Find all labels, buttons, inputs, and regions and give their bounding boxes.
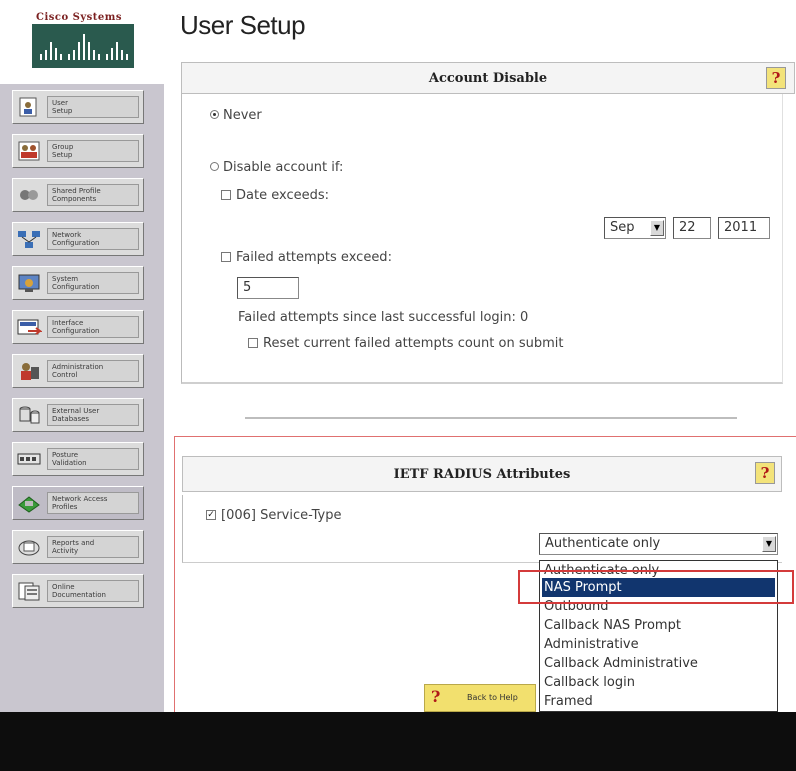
sidebar-item-label: Network Configuration [52, 231, 100, 247]
failed-since-last-text: Failed attempts since last successful lo… [238, 310, 529, 325]
external-user-databases-icon [19, 406, 40, 424]
network-access-profiles-icon [18, 496, 40, 513]
section-divider [245, 417, 737, 419]
reset-option[interactable]: Reset current failed attempts count on s… [248, 336, 563, 351]
sidebar-item-label: Administration Control [52, 363, 104, 379]
administration-control-icon [21, 363, 39, 380]
sidebar-item-shared-profile-components[interactable]: Shared Profile Components [12, 178, 144, 212]
shared-profile-icon [20, 190, 38, 200]
sidebar-item-label: Group Setup [52, 143, 74, 159]
date-exceeds-option[interactable]: Date exceeds: [221, 188, 329, 203]
disable-if-label: Disable account if: [223, 160, 344, 175]
sidebar-item-reports-and-activity[interactable]: Reports and Activity [12, 530, 144, 564]
back-to-help-label: Back to Help [467, 693, 518, 702]
month-select[interactable]: Sep ▼ [604, 217, 666, 239]
back-to-help-button[interactable]: ? Back to Help [424, 684, 536, 712]
failed-attempts-label: Failed attempts exceed: [236, 250, 392, 265]
reports-and-activity-icon [18, 540, 40, 556]
sidebar-item-administration-control[interactable]: Administration Control [12, 354, 144, 388]
dropdown-option[interactable]: Framed [542, 692, 775, 711]
sidebar-nav: User Setup Group Setup Shared Profile Co… [0, 84, 164, 712]
logo-area: Cisco Systems [0, 0, 164, 84]
sidebar-item-label: External User Databases [52, 407, 100, 423]
radius-header: IETF RADIUS Attributes ? [182, 456, 782, 492]
bottom-bar [0, 712, 796, 771]
dropdown-option[interactable]: Administrative [542, 635, 775, 654]
sidebar-item-label: User Setup [52, 99, 73, 115]
chevron-down-icon[interactable]: ▼ [762, 536, 776, 552]
failed-attempts-checkbox[interactable] [221, 251, 231, 262]
sidebar-item-label: Interface Configuration [52, 319, 100, 335]
system-configuration-icon [18, 274, 40, 292]
sidebar-item-user-setup[interactable]: User Setup [12, 90, 144, 124]
disable-if-radio[interactable] [210, 162, 219, 171]
radius-help-icon[interactable]: ? [755, 462, 775, 484]
account-disable-help-icon[interactable]: ? [766, 67, 786, 89]
never-radio[interactable] [210, 110, 219, 119]
service-type-value: Authenticate only [545, 536, 661, 551]
posture-validation-icon [17, 453, 41, 465]
never-option[interactable]: Never [210, 108, 262, 123]
sidebar-item-network-access-profiles[interactable]: Network Access Profiles [12, 486, 144, 520]
date-exceeds-label: Date exceeds: [236, 188, 329, 203]
group-setup-icon [18, 141, 40, 161]
account-disable-header: Account Disable ? [181, 62, 795, 94]
sidebar-item-group-setup[interactable]: Group Setup [12, 134, 144, 168]
failed-attempts-input[interactable]: 5 [237, 277, 299, 299]
sidebar-item-label: Network Access Profiles [52, 495, 108, 511]
service-type-label: [006] Service-Type [221, 508, 342, 523]
sidebar-item-label: Online Documentation [52, 583, 106, 599]
help-question-icon: ? [431, 687, 441, 706]
selection-highlight-box [518, 570, 794, 604]
sidebar-item-online-documentation[interactable]: Online Documentation [12, 574, 144, 608]
sidebar-item-network-configuration[interactable]: Network Configuration [12, 222, 144, 256]
sidebar-item-posture-validation[interactable]: Posture Validation [12, 442, 144, 476]
service-type-select[interactable]: Authenticate only ▼ [539, 533, 778, 555]
online-documentation-icon [18, 582, 40, 601]
day-field[interactable]: 22 [673, 217, 711, 239]
month-value: Sep [610, 220, 635, 235]
failed-attempts-option[interactable]: Failed attempts exceed: [221, 250, 392, 265]
sidebar-item-interface-configuration[interactable]: Interface Configuration [12, 310, 144, 344]
sidebar: Cisco Systems User Setup Group Setup Sha… [0, 0, 164, 712]
disable-if-option[interactable]: Disable account if: [210, 160, 343, 175]
sidebar-item-label: Shared Profile Components [52, 187, 101, 203]
year-field[interactable]: 2011 [718, 217, 770, 239]
network-configuration-icon [18, 231, 40, 248]
sidebar-item-label: Posture Validation [52, 451, 87, 467]
chevron-down-icon[interactable]: ▼ [650, 220, 664, 236]
reset-label: Reset current failed attempts count on s… [263, 336, 564, 351]
cisco-bridge-logo-icon [32, 24, 134, 68]
dropdown-option[interactable]: Callback login [542, 673, 775, 692]
dropdown-option[interactable]: Callback Administrative [542, 654, 775, 673]
sidebar-item-label: Reports and Activity [52, 539, 95, 555]
user-setup-icon [19, 97, 37, 117]
sidebar-item-label: System Configuration [52, 275, 100, 291]
service-type-checkbox[interactable]: ✓ [206, 509, 216, 520]
date-exceeds-checkbox[interactable] [221, 189, 231, 200]
sidebar-item-system-configuration[interactable]: System Configuration [12, 266, 144, 300]
account-disable-heading: Account Disable [428, 71, 548, 86]
dropdown-option[interactable]: Callback NAS Prompt [542, 616, 775, 635]
radius-heading: IETF RADIUS Attributes [393, 467, 571, 482]
sidebar-item-external-user-databases[interactable]: External User Databases [12, 398, 144, 432]
never-label: Never [223, 108, 262, 123]
interface-configuration-icon [17, 319, 42, 335]
service-type-option[interactable]: ✓ [006] Service-Type [206, 508, 342, 523]
cisco-logo-text: Cisco Systems [36, 12, 122, 23]
reset-checkbox[interactable] [248, 337, 258, 348]
page-title: User Setup [180, 10, 306, 40]
